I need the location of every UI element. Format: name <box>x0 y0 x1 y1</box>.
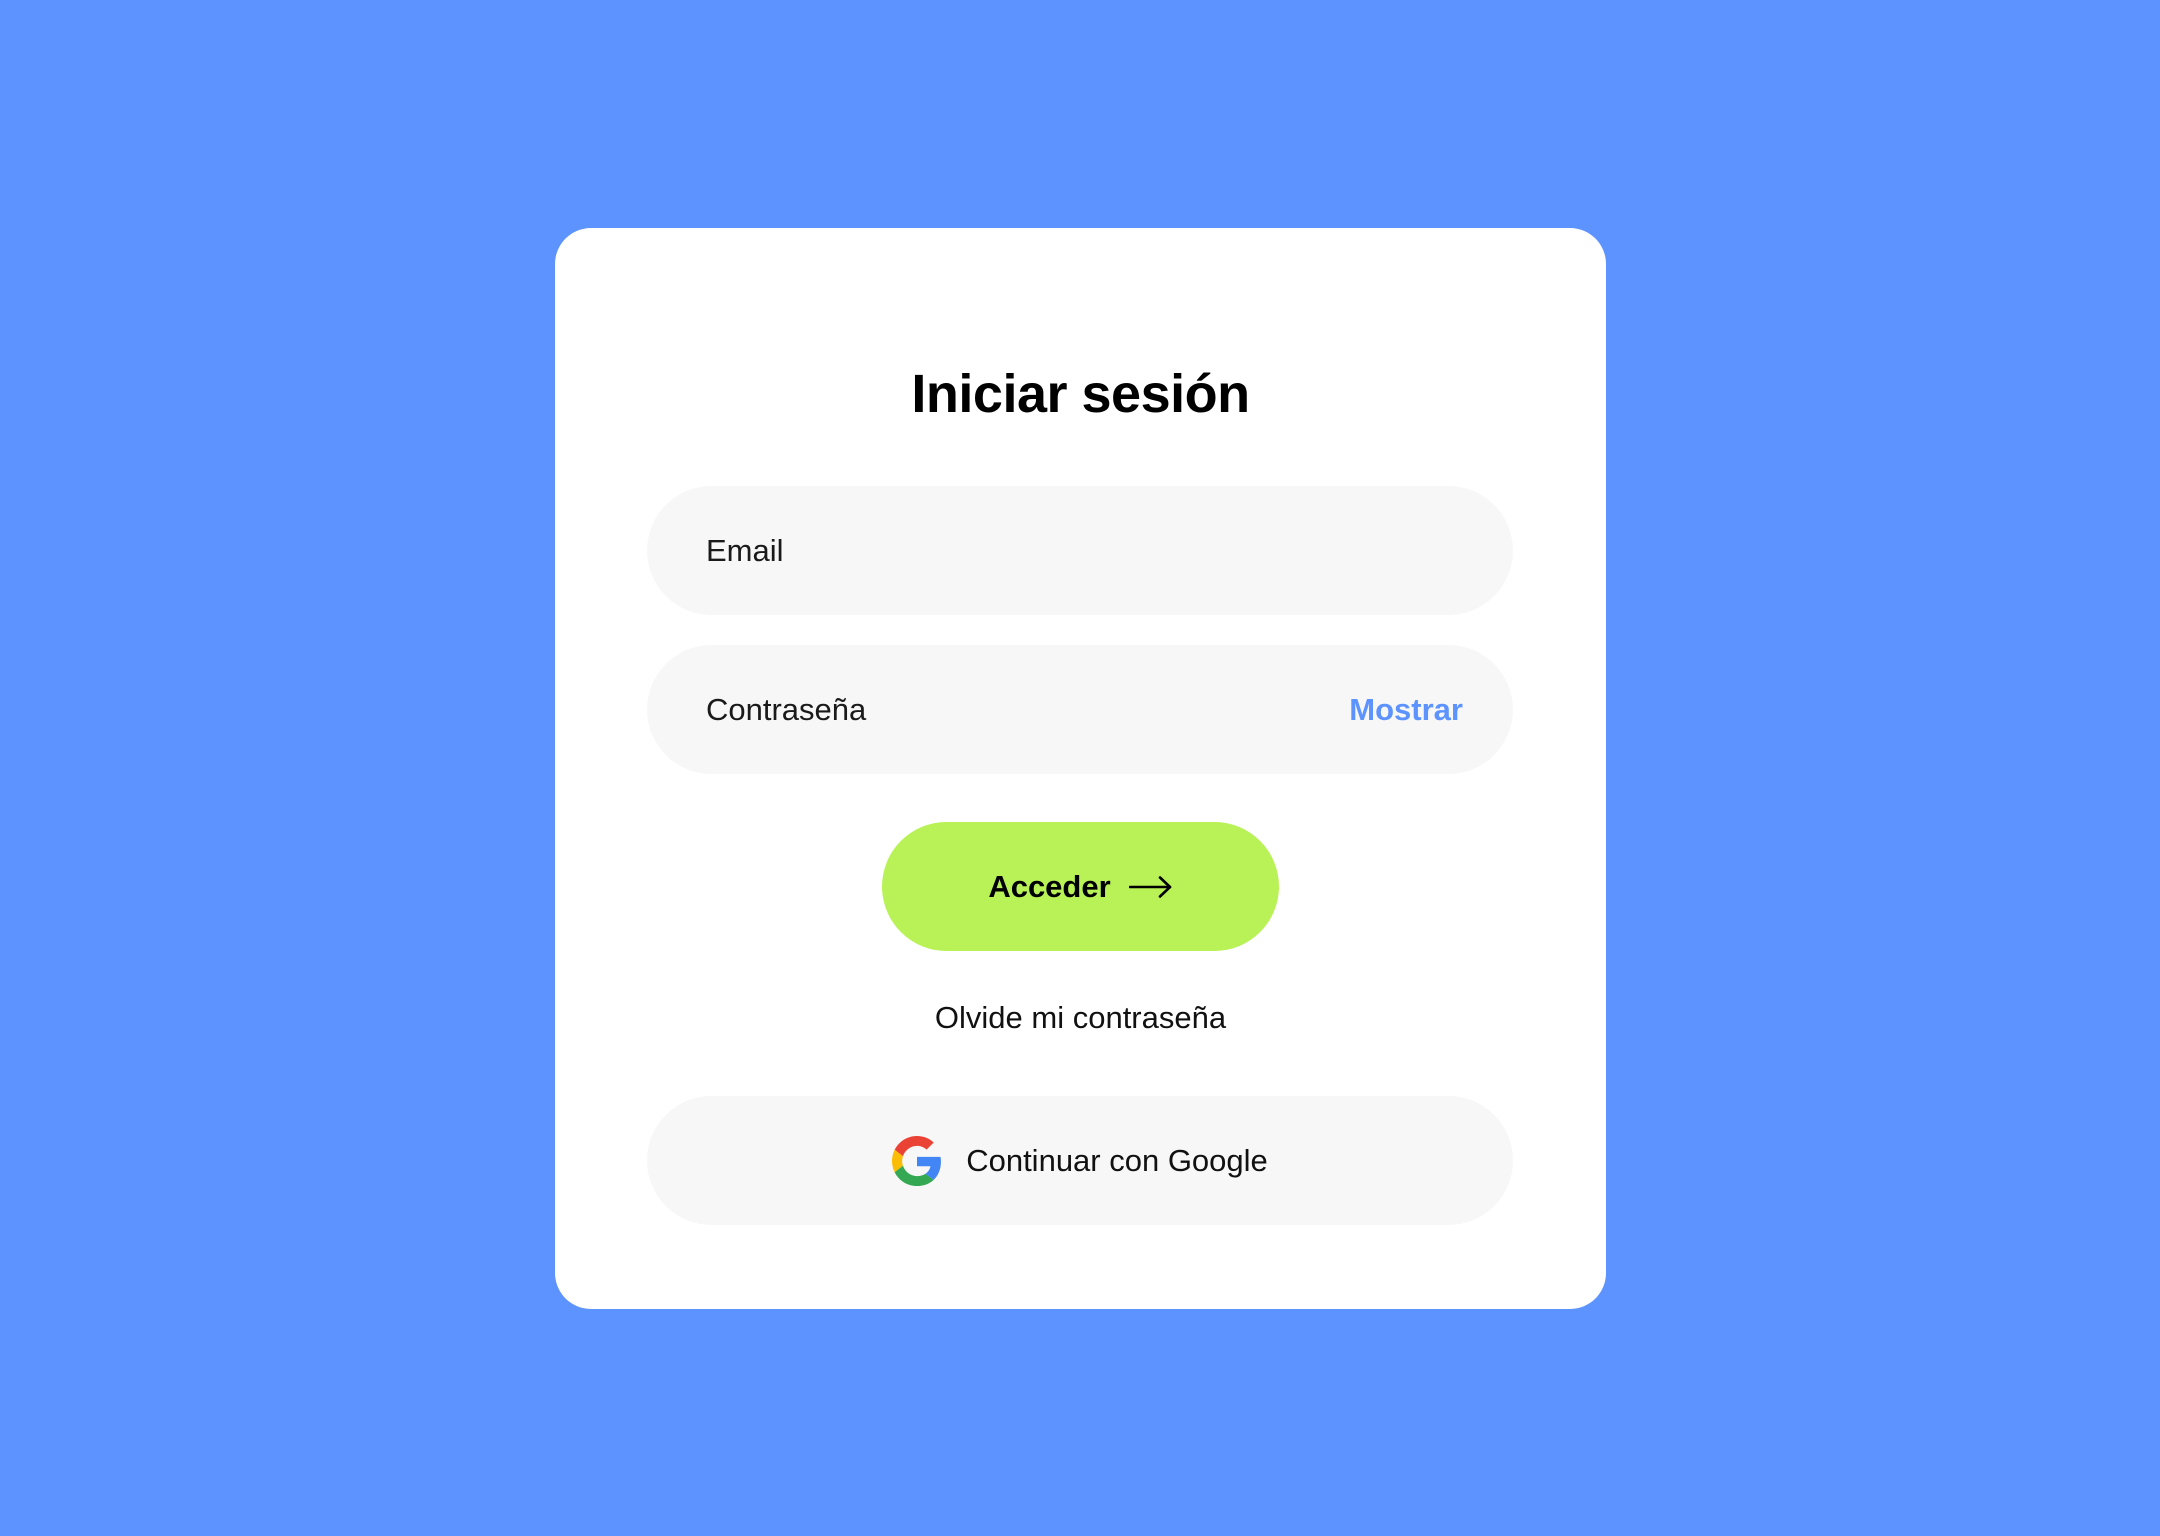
google-login-button[interactable]: Continuar con Google <box>647 1096 1513 1225</box>
page-title: Iniciar sesión <box>911 364 1250 424</box>
login-button-label: Acceder <box>988 868 1111 904</box>
google-icon <box>892 1135 942 1186</box>
show-password-button[interactable]: Mostrar <box>1349 645 1463 774</box>
email-field[interactable] <box>647 486 1513 615</box>
login-card: Iniciar sesión Mostrar Acceder Olvide mi… <box>555 228 1606 1309</box>
google-login-label: Continuar con Google <box>966 1142 1268 1178</box>
password-field-container: Mostrar <box>647 645 1513 774</box>
login-button[interactable]: Acceder <box>882 822 1279 951</box>
arrow-right-icon <box>1128 875 1173 899</box>
email-field-container <box>647 486 1513 615</box>
forgot-password-link[interactable]: Olvide mi contraseña <box>555 993 1606 1043</box>
